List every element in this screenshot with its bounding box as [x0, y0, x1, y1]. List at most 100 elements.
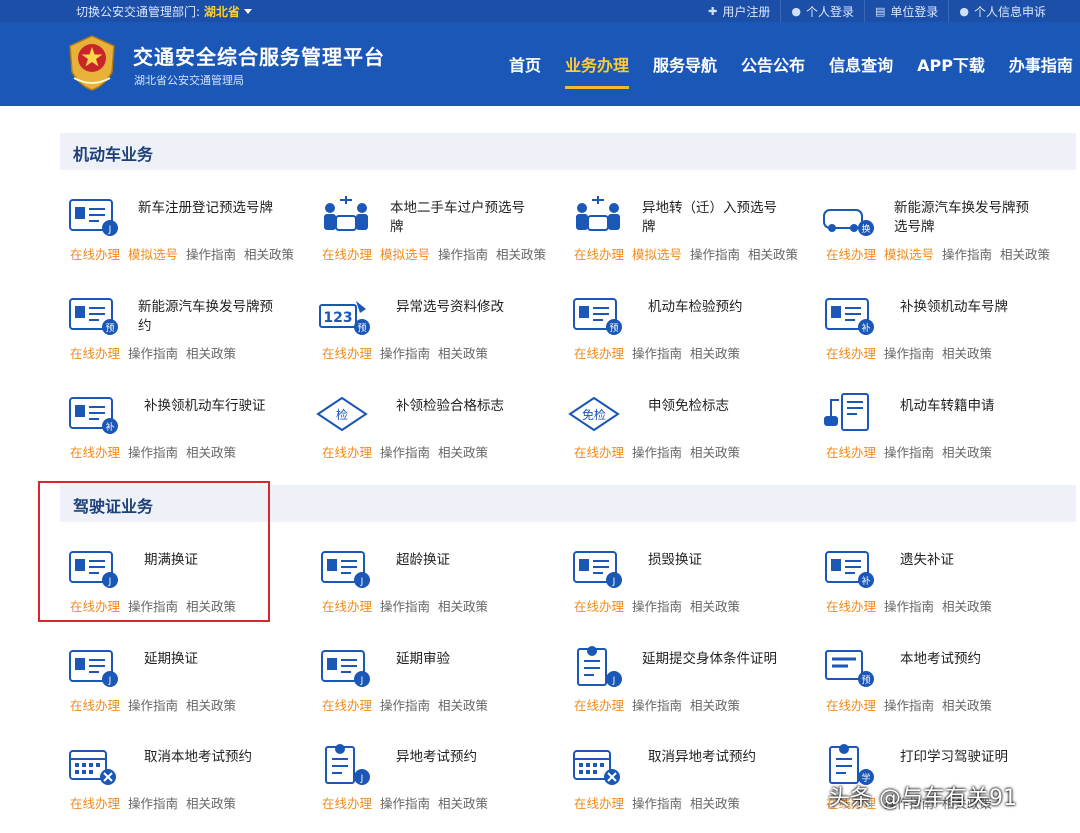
- related-policy-link[interactable]: 相关政策: [942, 445, 992, 460]
- related-policy-link[interactable]: 相关政策: [496, 247, 546, 262]
- simulate-number-link[interactable]: 模拟选号: [632, 247, 682, 262]
- service-name[interactable]: 申领免检标志: [648, 397, 788, 416]
- service-name[interactable]: 打印学习驾驶证明: [900, 748, 1040, 767]
- online-handle-link[interactable]: 在线办理: [574, 247, 624, 262]
- service-name[interactable]: 补换领机动车号牌: [900, 298, 1040, 317]
- online-handle-link[interactable]: 在线办理: [70, 346, 120, 361]
- service-name[interactable]: 异常选号资料修改: [396, 298, 536, 317]
- nav-service[interactable]: 服务导航: [641, 22, 729, 106]
- operation-guide-link[interactable]: 操作指南: [690, 247, 740, 262]
- service-card[interactable]: 预本地考试预约在线办理操作指南相关政策: [820, 643, 1070, 723]
- service-name[interactable]: 新能源汽车换发号牌预选号牌: [894, 199, 1034, 237]
- online-handle-link[interactable]: 在线办理: [826, 445, 876, 460]
- service-name[interactable]: 遗失补证: [900, 551, 1040, 570]
- related-policy-link[interactable]: 相关政策: [690, 698, 740, 713]
- service-card[interactable]: J超龄换证在线办理操作指南相关政策: [316, 544, 566, 624]
- online-handle-link[interactable]: 在线办理: [826, 247, 876, 262]
- service-name[interactable]: 机动车转籍申请: [900, 397, 1040, 416]
- service-card[interactable]: J新车注册登记预选号牌在线办理模拟选号操作指南相关政策: [64, 192, 314, 272]
- service-card[interactable]: 免检申领免检标志在线办理操作指南相关政策: [568, 390, 818, 470]
- operation-guide-link[interactable]: 操作指南: [380, 796, 430, 811]
- service-name[interactable]: 取消异地考试预约: [648, 748, 788, 767]
- appeal-link[interactable]: ●个人信息申诉: [948, 0, 1056, 22]
- service-card[interactable]: 机动车转籍申请在线办理操作指南相关政策: [820, 390, 1070, 470]
- online-handle-link[interactable]: 在线办理: [574, 599, 624, 614]
- service-card[interactable]: 补补换领机动车号牌在线办理操作指南相关政策: [820, 291, 1070, 371]
- operation-guide-link[interactable]: 操作指南: [438, 247, 488, 262]
- related-policy-link[interactable]: 相关政策: [438, 346, 488, 361]
- online-handle-link[interactable]: 在线办理: [322, 346, 372, 361]
- related-policy-link[interactable]: 相关政策: [186, 796, 236, 811]
- service-name[interactable]: 本地二手车过户预选号牌: [390, 199, 530, 237]
- service-card[interactable]: 换新能源汽车换发号牌预选号牌在线办理模拟选号操作指南相关政策: [820, 192, 1070, 272]
- related-policy-link[interactable]: 相关政策: [186, 698, 236, 713]
- online-handle-link[interactable]: 在线办理: [70, 796, 120, 811]
- related-policy-link[interactable]: 相关政策: [748, 247, 798, 262]
- service-name[interactable]: 补领检验合格标志: [396, 397, 536, 416]
- online-handle-link[interactable]: 在线办理: [322, 698, 372, 713]
- related-policy-link[interactable]: 相关政策: [690, 346, 740, 361]
- service-card[interactable]: 取消本地考试预约在线办理操作指南相关政策: [64, 741, 314, 821]
- service-name[interactable]: 新能源汽车换发号牌预约: [138, 298, 278, 336]
- operation-guide-link[interactable]: 操作指南: [884, 698, 934, 713]
- service-card[interactable]: J延期换证在线办理操作指南相关政策: [64, 643, 314, 723]
- operation-guide-link[interactable]: 操作指南: [128, 796, 178, 811]
- service-card[interactable]: 补遗失补证在线办理操作指南相关政策: [820, 544, 1070, 624]
- service-card[interactable]: J延期审验在线办理操作指南相关政策: [316, 643, 566, 723]
- operation-guide-link[interactable]: 操作指南: [632, 445, 682, 460]
- nav-business[interactable]: 业务办理: [553, 22, 641, 106]
- operation-guide-link[interactable]: 操作指南: [128, 346, 178, 361]
- nav-query[interactable]: 信息查询: [817, 22, 905, 106]
- related-policy-link[interactable]: 相关政策: [438, 599, 488, 614]
- online-handle-link[interactable]: 在线办理: [322, 599, 372, 614]
- operation-guide-link[interactable]: 操作指南: [380, 698, 430, 713]
- service-card[interactable]: 预新能源汽车换发号牌预约在线办理操作指南相关政策: [64, 291, 314, 371]
- related-policy-link[interactable]: 相关政策: [438, 445, 488, 460]
- related-policy-link[interactable]: 相关政策: [1000, 247, 1050, 262]
- service-name[interactable]: 异地考试预约: [396, 748, 536, 767]
- operation-guide-link[interactable]: 操作指南: [380, 445, 430, 460]
- operation-guide-link[interactable]: 操作指南: [380, 599, 430, 614]
- related-policy-link[interactable]: 相关政策: [942, 599, 992, 614]
- service-card[interactable]: J损毁换证在线办理操作指南相关政策: [568, 544, 818, 624]
- operation-guide-link[interactable]: 操作指南: [632, 698, 682, 713]
- nav-app[interactable]: APP下载: [905, 22, 997, 106]
- related-policy-link[interactable]: 相关政策: [244, 247, 294, 262]
- service-card[interactable]: 预机动车检验预约在线办理操作指南相关政策: [568, 291, 818, 371]
- related-policy-link[interactable]: 相关政策: [942, 698, 992, 713]
- operation-guide-link[interactable]: 操作指南: [632, 796, 682, 811]
- service-name[interactable]: 延期审验: [396, 650, 536, 669]
- related-policy-link[interactable]: 相关政策: [186, 346, 236, 361]
- service-name[interactable]: 机动车检验预约: [648, 298, 788, 317]
- related-policy-link[interactable]: 相关政策: [186, 445, 236, 460]
- operation-guide-link[interactable]: 操作指南: [632, 346, 682, 361]
- online-handle-link[interactable]: 在线办理: [322, 796, 372, 811]
- service-name[interactable]: 本地考试预约: [900, 650, 1040, 669]
- service-name[interactable]: 延期提交身体条件证明: [642, 650, 782, 669]
- service-name[interactable]: 取消本地考试预约: [144, 748, 284, 767]
- nav-guide[interactable]: 办事指南: [997, 22, 1080, 106]
- service-card[interactable]: 取消异地考试预约在线办理操作指南相关政策: [568, 741, 818, 821]
- online-handle-link[interactable]: 在线办理: [70, 698, 120, 713]
- simulate-number-link[interactable]: 模拟选号: [380, 247, 430, 262]
- service-card[interactable]: J异地考试预约在线办理操作指南相关政策: [316, 741, 566, 821]
- service-name[interactable]: 异地转（迁）入预选号牌: [642, 199, 782, 237]
- related-policy-link[interactable]: 相关政策: [438, 796, 488, 811]
- online-handle-link[interactable]: 在线办理: [574, 698, 624, 713]
- department-switcher[interactable]: 切换公安交通管理部门: 湖北省: [76, 3, 252, 20]
- register-link[interactable]: ✚用户注册: [698, 0, 780, 22]
- online-handle-link[interactable]: 在线办理: [574, 796, 624, 811]
- service-name[interactable]: 延期换证: [144, 650, 284, 669]
- operation-guide-link[interactable]: 操作指南: [884, 445, 934, 460]
- operation-guide-link[interactable]: 操作指南: [884, 599, 934, 614]
- service-card[interactable]: 补补换领机动车行驶证在线办理操作指南相关政策: [64, 390, 314, 470]
- operation-guide-link[interactable]: 操作指南: [884, 346, 934, 361]
- operation-guide-link[interactable]: 操作指南: [942, 247, 992, 262]
- service-card[interactable]: 异地转（迁）入预选号牌在线办理模拟选号操作指南相关政策: [568, 192, 818, 272]
- personal-login-link[interactable]: ●个人登录: [780, 0, 864, 22]
- unit-login-link[interactable]: ▤单位登录: [864, 0, 948, 22]
- online-handle-link[interactable]: 在线办理: [826, 599, 876, 614]
- related-policy-link[interactable]: 相关政策: [438, 698, 488, 713]
- related-policy-link[interactable]: 相关政策: [690, 796, 740, 811]
- service-name[interactable]: 新车注册登记预选号牌: [138, 199, 278, 218]
